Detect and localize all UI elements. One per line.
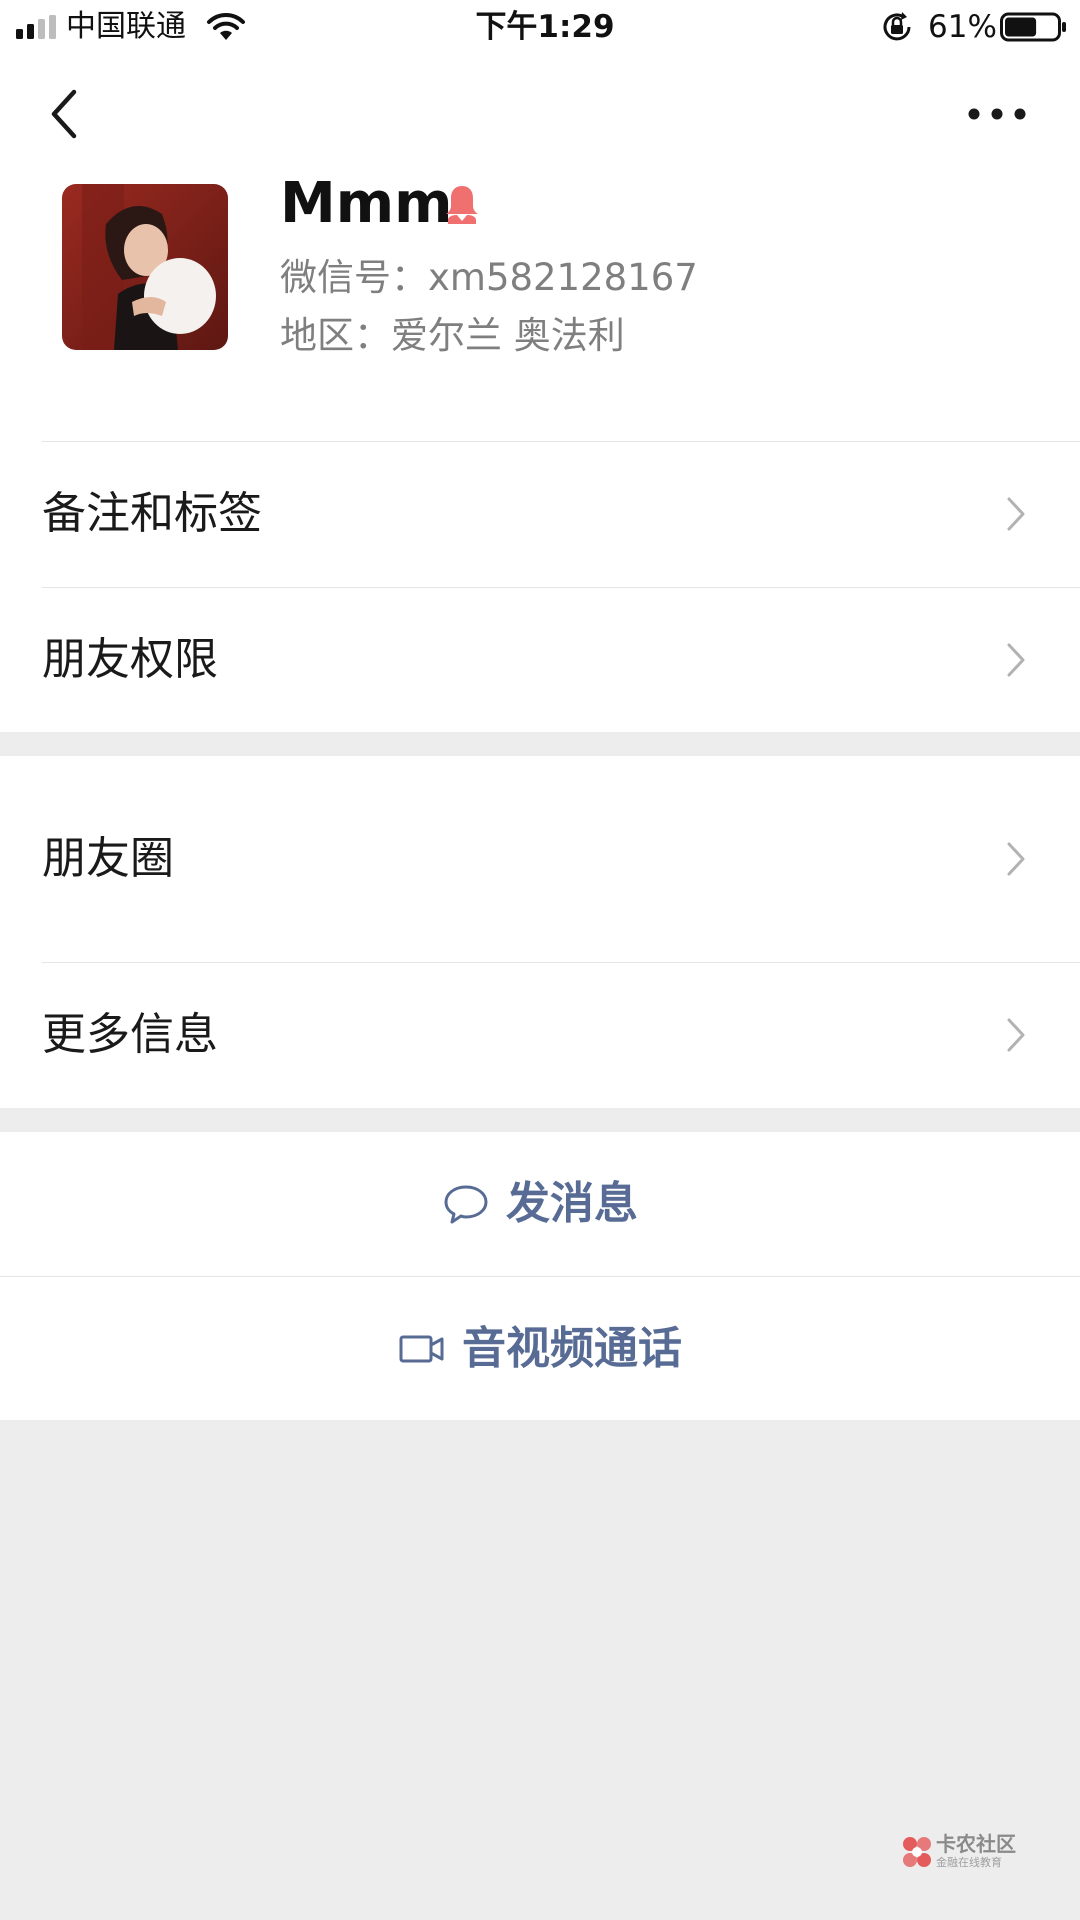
contact-name: Mmm (280, 171, 453, 236)
back-icon[interactable] (42, 84, 90, 144)
friend-permissions-item[interactable]: 朋友权限 (0, 588, 1080, 732)
chevron-right-icon (1007, 1018, 1025, 1052)
chevron-right-icon (1007, 497, 1025, 531)
moments-item[interactable]: 朋友圈 (0, 756, 1080, 962)
remarks-and-tags-item[interactable]: 备注和标签 (0, 442, 1080, 587)
avatar[interactable] (62, 184, 228, 350)
battery-percentage: 61% (928, 9, 997, 45)
watermark-logo-icon (903, 1837, 931, 1867)
moments-label: 朋友圈 (42, 833, 174, 884)
wechat-id-value: xm582128167 (428, 256, 698, 299)
chevron-right-icon (1007, 643, 1025, 677)
send-message-button[interactable]: 发消息 (0, 1132, 1080, 1276)
actions-section: 发消息 音视频通话 (0, 1132, 1080, 1420)
chevron-right-icon (1007, 842, 1025, 876)
video-call-label: 音视频通话 (462, 1323, 682, 1374)
female-icon (446, 186, 478, 224)
region-row: 地区：爱尔兰 奥法利 (280, 308, 625, 364)
remarks-and-tags-label: 备注和标签 (42, 488, 262, 539)
status-bar: 中国联通 下午1:29 61% (0, 0, 1080, 54)
battery-icon (1000, 12, 1066, 42)
contact-profile-section: Mmm 微信号：xm582128167 地区：爱尔兰 奥法利 备注和标签 朋友权… (0, 54, 1080, 732)
friend-permissions-label: 朋友权限 (42, 634, 218, 685)
watermark-subtitle: 金融在线教育 (936, 1856, 1002, 1869)
watermark-title: 卡农社区 (936, 1832, 1016, 1856)
signal-strength-icon (16, 15, 56, 39)
video-camera-icon (399, 1335, 444, 1363)
rotation-lock-icon (883, 12, 911, 41)
battery-fill (1005, 17, 1037, 37)
send-message-label: 发消息 (506, 1178, 638, 1229)
wechat-id-label: 微信号： (280, 256, 428, 299)
more-options-icon[interactable] (962, 94, 1032, 134)
more-info-label: 更多信息 (42, 1009, 218, 1060)
more-info-item[interactable]: 更多信息 (0, 963, 1080, 1108)
region-value: 爱尔兰 奥法利 (391, 314, 625, 357)
clock: 下午1:29 (475, 9, 615, 45)
moments-section: 朋友圈 更多信息 (0, 756, 1080, 1108)
wechat-id-row: 微信号：xm582128167 (280, 250, 698, 306)
carrier-name: 中国联通 (66, 9, 186, 44)
wifi-icon (207, 12, 245, 40)
chat-bubble-icon (444, 1185, 488, 1224)
watermark: 卡农社区 金融在线教育 (900, 1832, 1020, 1872)
region-label: 地区： (280, 314, 391, 357)
video-call-button[interactable]: 音视频通话 (0, 1277, 1080, 1421)
